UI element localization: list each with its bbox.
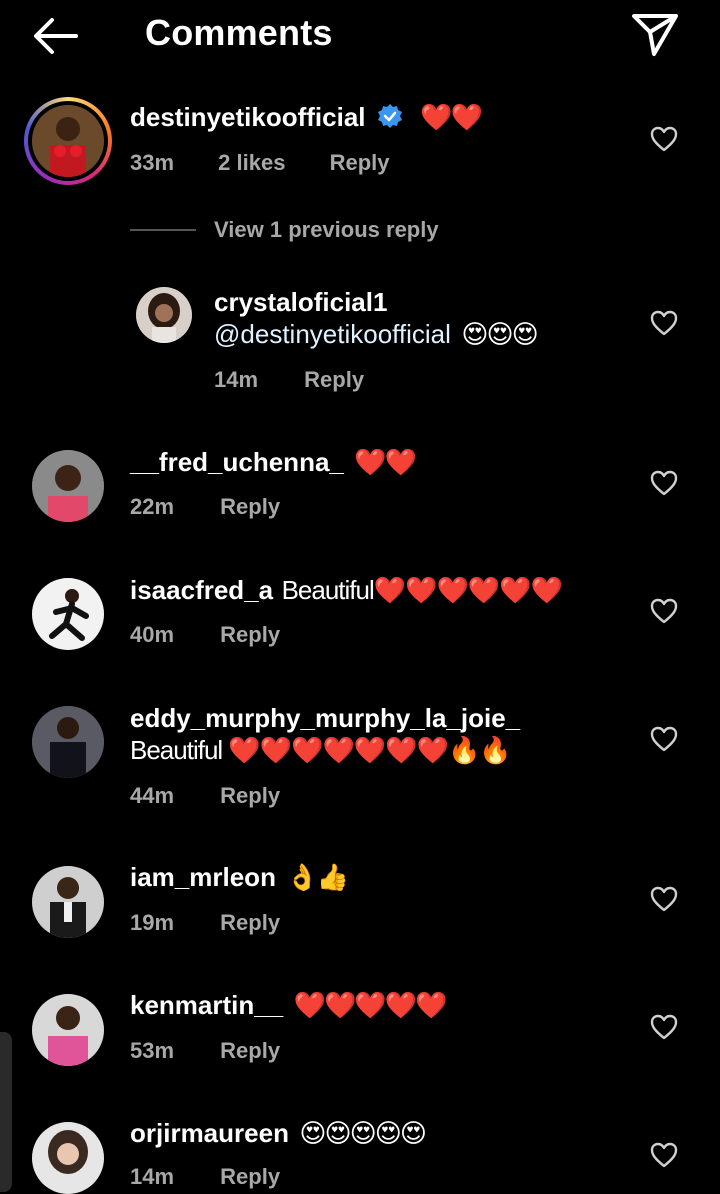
username[interactable]: crystaloficial1 [214,287,387,317]
comment-text: Beautiful❤️❤️❤️❤️❤️❤️ [281,575,563,605]
comment-meta: 22m Reply [130,494,280,520]
header-bar: Comments [0,0,720,70]
timestamp: 44m [130,783,175,808]
timestamp: 40m [130,622,175,647]
reply-button[interactable]: Reply [220,494,280,520]
verified-badge-icon [376,103,404,136]
avatar[interactable] [32,1122,104,1194]
likes-count[interactable]: 2 likes [218,150,285,176]
avatar[interactable] [32,866,104,938]
comment-meta: 19m Reply [130,910,280,936]
comment-line: kenmartin__ ❤️❤️❤️❤️❤️ [130,990,448,1021]
reply-button[interactable]: Reply [220,1164,280,1190]
page-title: Comments [145,12,333,53]
comment-text: Beautiful ❤️❤️❤️❤️❤️❤️❤️🔥🔥 [130,735,512,765]
heart-icon[interactable] [650,310,678,336]
username[interactable]: __fred_uchenna_ [130,447,344,477]
timestamp: 14m [130,1164,175,1189]
reply-button[interactable]: Reply [220,910,280,936]
comment-meta: 53m Reply [130,1038,280,1064]
username[interactable]: kenmartin__ [130,990,283,1020]
mention-link[interactable]: @destinyetikoofficial [214,319,451,349]
avatar[interactable] [32,105,104,177]
reply-username-line: crystaloficial1 [214,287,387,318]
timestamp: 14m [214,367,259,392]
comment-line: destinyetikoofficial ❤️❤️ [130,102,483,136]
comment-line: isaacfred_a Beautiful❤️❤️❤️❤️❤️❤️ [130,575,563,606]
comment-meta: 14m Reply [130,1164,280,1190]
heart-icon[interactable] [650,126,678,152]
username[interactable]: isaacfred_a [130,575,273,605]
comment-line: orjirmaureen 😍😍😍😍😍 [130,1118,427,1149]
comment-meta: 40m Reply [130,622,280,648]
username[interactable]: iam_mrleon [130,862,276,892]
comment-text: 👌👍 [286,862,349,892]
timestamp: 33m [130,150,175,175]
reply-button[interactable]: Reply [220,1038,280,1064]
reply-button[interactable]: Reply [330,150,390,176]
comment-line: __fred_uchenna_ ❤️❤️ [130,447,417,478]
avatar[interactable] [136,287,192,343]
reply-text-line: @destinyetikoofficial 😍😍😍 [214,319,539,350]
reply-button[interactable]: Reply [304,367,364,393]
comment-text: 😍😍😍 [461,319,538,349]
comment-text: ❤️❤️ [354,447,417,477]
comment-text: 😍😍😍😍😍 [299,1118,427,1148]
reply-button[interactable]: Reply [220,622,280,648]
heart-icon[interactable] [650,470,678,496]
divider [130,229,196,231]
share-send-icon[interactable] [628,10,682,58]
heart-icon[interactable] [650,886,678,912]
timestamp: 19m [130,910,175,935]
comment-text: ❤️❤️❤️❤️❤️ [293,990,448,1020]
view-previous-label[interactable]: View 1 previous reply [214,217,439,243]
heart-icon[interactable] [650,598,678,624]
comment-line: eddy_murphy_murphy_la_joie_ [130,703,520,734]
comment-line: iam_mrleon 👌👍 [130,862,349,893]
timestamp: 53m [130,1038,175,1063]
timestamp: 22m [130,494,175,519]
username[interactable]: destinyetikoofficial [130,102,366,132]
comment-line-2: Beautiful ❤️❤️❤️❤️❤️❤️❤️🔥🔥 [130,735,512,766]
avatar[interactable] [32,578,104,650]
username[interactable]: orjirmaureen [130,1118,289,1148]
reply-button[interactable]: Reply [220,783,280,809]
comment-meta: 44m Reply [130,783,280,809]
avatar[interactable] [32,706,104,778]
comment-meta: 14m Reply [214,367,364,393]
scroll-handle[interactable] [0,1032,12,1192]
heart-icon[interactable] [650,1142,678,1168]
heart-icon[interactable] [650,726,678,752]
avatar[interactable] [32,994,104,1066]
heart-icon[interactable] [650,1014,678,1040]
avatar[interactable] [32,450,104,522]
back-arrow-icon[interactable] [28,14,82,58]
username[interactable]: eddy_murphy_murphy_la_joie_ [130,703,520,733]
comment-meta: 33m 2 likes Reply [130,150,390,176]
comment-text: ❤️❤️ [420,102,483,132]
